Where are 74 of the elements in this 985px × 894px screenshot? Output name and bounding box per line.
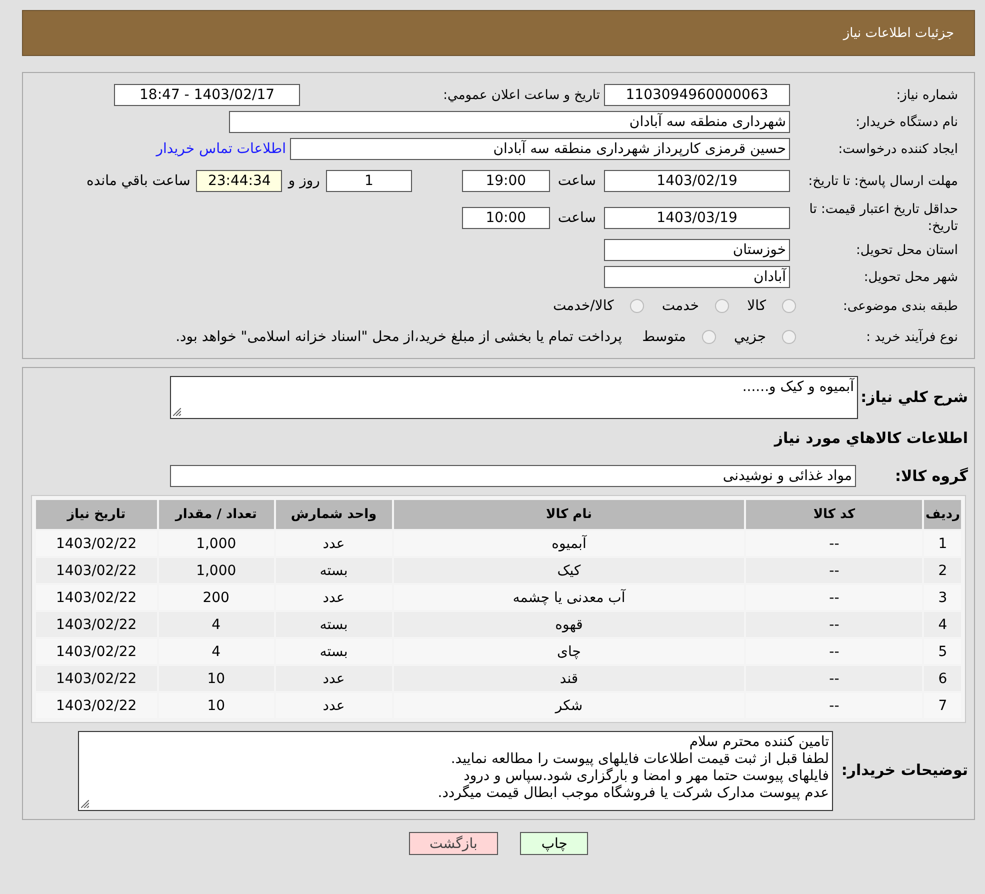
buyer-notes-box: تامین کننده محترم سلام لطفا قبل از ثبت قیمت اطلاعات فایلهای پیوست را مطالعه نمایید. فایلهای پیوست حتما مهر و امضا و بارگزاری شود.سپاس و درود عدم پیوست مدارک شرکت یا فروشگاه موجب ابطال قیمت میگردد. (78, 731, 833, 811)
contact-link[interactable]: اطلاعات تماس خریدار (156, 141, 286, 157)
days-label: روز و (288, 173, 320, 189)
city-field: آبادان (604, 266, 790, 288)
deadline-time-field: 19:00 (462, 170, 550, 192)
table-cell: 10 (158, 666, 274, 691)
field-label: مهلت ارسال پاسخ: تا تاریخ: (807, 172, 959, 190)
table-cell: 1403/02/22 (36, 612, 157, 637)
announce-date-field: 1403/02/17 - 18:47 (114, 84, 300, 106)
table-cell: بسته (276, 612, 392, 637)
column-header: کد کالا (746, 500, 922, 529)
column-header: رديف (924, 500, 961, 529)
validity-time-field: 10:00 (462, 207, 550, 229)
table-cell: -- (746, 558, 922, 583)
process-note: پرداخت تمام یا بخشی از مبلغ خرید،از محل "اسناد خزانه اسلامی" خواهد بود. (176, 329, 622, 345)
table-cell: 2 (924, 558, 961, 583)
radio-label: کالا/خدمت (552, 298, 614, 314)
goods-group-field: مواد غذائی و نوشیدنی (170, 465, 856, 487)
radio-label: متوسط (642, 329, 686, 345)
field-label: نام دستگاه خریدار: (854, 114, 959, 130)
deadline-date-field: 1403/02/19 (604, 170, 790, 192)
table-cell: قهوه (394, 612, 744, 637)
requester-field: حسین قرمزی کارپرداز شهرداری منطقه سه آبادان (290, 138, 790, 160)
table-cell: 1,000 (158, 558, 274, 583)
table-cell: 1403/02/22 (36, 666, 157, 691)
description-box: آبمیوه و کیک و...... (170, 376, 858, 419)
field-label: طبقه بندی موضوعی: (842, 298, 959, 314)
need-number-field: 1103094960000063 (604, 84, 790, 106)
column-header: تعداد / مقدار (158, 500, 274, 529)
page-title: جزئیات اطلاعات نیاز (843, 26, 954, 40)
radio-button[interactable] (782, 299, 796, 313)
field-label: نوع فرآیند خرید : (865, 328, 959, 346)
resize-grip-icon (81, 800, 89, 808)
table-cell: -- (746, 612, 922, 637)
buyer-notes-label: توضیحات خریدار: (840, 760, 969, 779)
remaining-label: ساعت باقي مانده (86, 173, 190, 189)
radio-label: کالا (747, 298, 766, 314)
field-label: شماره نیاز: (895, 86, 959, 104)
field-label: ایجاد کننده درخواست: (837, 140, 959, 158)
radio-button[interactable] (782, 330, 796, 344)
field-label: تاریخ و ساعت اعلان عمومي: (442, 86, 601, 104)
column-header: واحد شمارش (276, 500, 392, 529)
table-cell: 4 (924, 612, 961, 637)
goods-group-label: گروه کالا: (894, 467, 969, 485)
field-label: حداقل تاریخ اعتبار قیمت: تا تاریخ: (808, 201, 959, 235)
goods-heading: اطلاعات کالاهاي مورد نياز (774, 429, 969, 447)
remaining-time-field: 23:44:34 (196, 170, 282, 192)
resize-grip-icon (173, 408, 181, 416)
description-label: شرح كلي نياز: (860, 387, 969, 406)
validity-date-field: 1403/03/19 (604, 207, 790, 229)
radio-button[interactable] (702, 330, 716, 344)
field-label: استان محل تحویل: (855, 242, 959, 258)
table-cell: 4 (158, 612, 274, 637)
buyer-field: شهرداری منطقه سه آبادان (229, 111, 790, 133)
table-cell: 1403/02/22 (36, 558, 157, 583)
back-button[interactable]: بازگشت (408, 832, 498, 855)
radio-label: جزيي (734, 329, 766, 345)
province-field: خوزستان (604, 239, 790, 261)
radio-label: خدمت (662, 298, 700, 314)
column-header: تاریخ نیاز (36, 500, 157, 529)
radio-button[interactable] (630, 299, 644, 313)
table-cell: عدد (276, 666, 392, 691)
table-cell: 6 (924, 666, 961, 691)
table-cell: قند (394, 666, 744, 691)
time-label: ساعت (558, 173, 596, 189)
days-field: 1 (326, 170, 412, 192)
table-cell: کیک (394, 558, 744, 583)
time-label: ساعت (558, 210, 596, 226)
table-cell: بسته (276, 558, 392, 583)
field-label: شهر محل تحویل: (862, 268, 959, 286)
print-button[interactable]: چاپ (520, 832, 588, 855)
radio-button[interactable] (715, 299, 730, 313)
table-cell: -- (746, 666, 922, 691)
column-header: نام کالا (394, 500, 744, 529)
